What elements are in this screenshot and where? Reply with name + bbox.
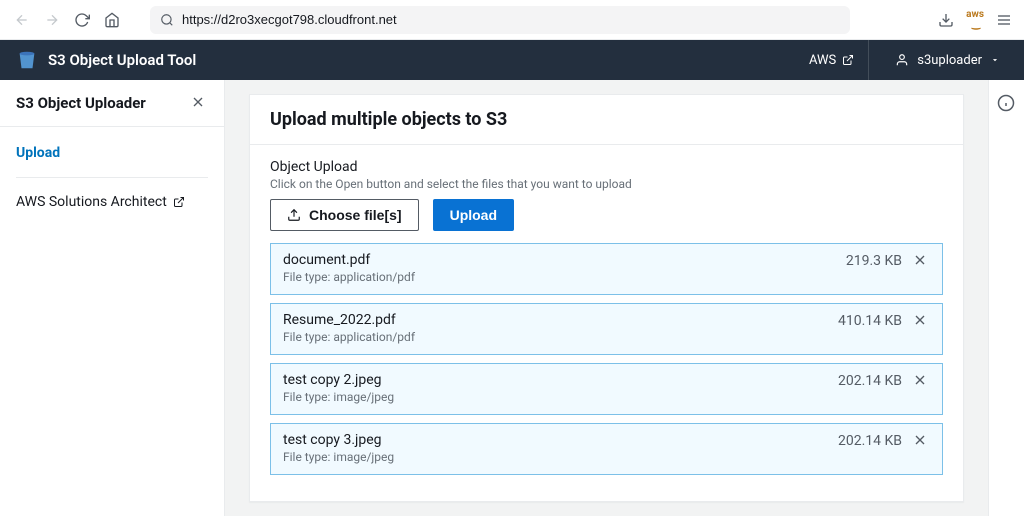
- object-upload-hint: Click on the Open button and select the …: [270, 177, 943, 191]
- choose-files-label: Choose file[s]: [309, 207, 402, 223]
- file-row: test copy 2.jpeg File type: image/jpeg 2…: [270, 363, 943, 415]
- close-icon: [190, 94, 206, 110]
- remove-file-button[interactable]: [912, 312, 930, 330]
- upload-button[interactable]: Upload: [433, 199, 514, 231]
- remove-file-button[interactable]: [912, 432, 930, 450]
- user-icon: [895, 53, 909, 67]
- download-icon: [938, 12, 954, 28]
- file-row: test copy 3.jpeg File type: image/jpeg 2…: [270, 423, 943, 475]
- object-upload-label: Object Upload: [270, 159, 943, 175]
- file-type: File type: image/jpeg: [283, 390, 394, 404]
- sidebar-header: S3 Object Uploader: [0, 80, 224, 127]
- aws-console-link[interactable]: AWS: [795, 40, 869, 80]
- sidebar-nav: Upload AWS Solutions Architect: [0, 127, 224, 228]
- aws-link-label: AWS: [809, 53, 836, 68]
- hamburger-icon: [996, 12, 1012, 28]
- content-area: S3 Object Uploader Upload AWS Solutions …: [0, 80, 1024, 516]
- bucket-icon: [16, 49, 38, 71]
- url-input[interactable]: [182, 12, 840, 27]
- upload-file-icon: [287, 208, 301, 222]
- file-type: File type: application/pdf: [283, 330, 415, 344]
- file-type: File type: image/jpeg: [283, 450, 394, 464]
- remove-file-button[interactable]: [912, 372, 930, 390]
- arrow-right-icon: [44, 12, 60, 28]
- upload-panel-body: Object Upload Click on the Open button a…: [250, 145, 963, 501]
- choose-files-button[interactable]: Choose file[s]: [270, 199, 419, 231]
- sidebar-item-solutions-architect[interactable]: AWS Solutions Architect: [0, 186, 224, 218]
- info-rail: [988, 80, 1024, 516]
- file-name: test copy 2.jpeg: [283, 372, 394, 388]
- file-name: test copy 3.jpeg: [283, 432, 394, 448]
- sidebar-close-button[interactable]: [190, 94, 208, 112]
- aws-extension-icon[interactable]: aws‿: [966, 10, 984, 30]
- upload-button-row: Choose file[s] Upload: [270, 199, 943, 231]
- file-size: 202.14 KB: [838, 433, 902, 449]
- file-size: 219.3 KB: [846, 253, 902, 269]
- address-bar[interactable]: [150, 6, 850, 34]
- file-list: document.pdf File type: application/pdf …: [270, 243, 943, 475]
- sidebar-divider: [16, 177, 208, 178]
- sidebar: S3 Object Uploader Upload AWS Solutions …: [0, 80, 225, 516]
- file-name: document.pdf: [283, 252, 415, 268]
- upload-panel: Upload multiple objects to S3 Object Upl…: [249, 94, 964, 502]
- file-row: Resume_2022.pdf File type: application/p…: [270, 303, 943, 355]
- remove-file-button[interactable]: [912, 252, 930, 270]
- forward-button[interactable]: [40, 8, 64, 32]
- file-size: 410.14 KB: [838, 313, 902, 329]
- close-icon: [912, 252, 928, 268]
- info-button[interactable]: [997, 94, 1017, 114]
- username-label: s3uploader: [917, 53, 982, 68]
- close-icon: [912, 432, 928, 448]
- file-row: document.pdf File type: application/pdf …: [270, 243, 943, 295]
- sidebar-title: S3 Object Uploader: [16, 94, 146, 112]
- menu-button[interactable]: [994, 10, 1014, 30]
- upload-button-label: Upload: [450, 207, 497, 223]
- file-type: File type: application/pdf: [283, 270, 415, 284]
- back-button[interactable]: [10, 8, 34, 32]
- file-size: 202.14 KB: [838, 373, 902, 389]
- search-icon: [160, 13, 174, 27]
- sidebar-item-upload[interactable]: Upload: [0, 137, 224, 169]
- info-icon: [997, 94, 1015, 112]
- app-header: S3 Object Upload Tool AWS s3uploader: [0, 40, 1024, 80]
- reload-icon: [74, 12, 90, 28]
- home-button[interactable]: [100, 8, 124, 32]
- home-icon: [104, 12, 120, 28]
- close-icon: [912, 312, 928, 328]
- file-name: Resume_2022.pdf: [283, 312, 415, 328]
- reload-button[interactable]: [70, 8, 94, 32]
- arrow-left-icon: [14, 12, 30, 28]
- main-content: Upload multiple objects to S3 Object Upl…: [225, 80, 988, 516]
- downloads-button[interactable]: [936, 10, 956, 30]
- upload-panel-title: Upload multiple objects to S3: [270, 109, 943, 130]
- browser-right-controls: aws‿: [936, 10, 1014, 30]
- sidebar-item-label: AWS Solutions Architect: [16, 194, 167, 210]
- user-menu[interactable]: s3uploader: [881, 53, 1008, 68]
- upload-panel-header: Upload multiple objects to S3: [250, 95, 963, 145]
- browser-toolbar: aws‿: [0, 0, 1024, 40]
- caret-down-icon: [990, 55, 1000, 65]
- external-link-icon: [842, 54, 854, 66]
- close-icon: [912, 372, 928, 388]
- external-link-icon: [173, 196, 185, 208]
- app-title: S3 Object Upload Tool: [48, 51, 795, 69]
